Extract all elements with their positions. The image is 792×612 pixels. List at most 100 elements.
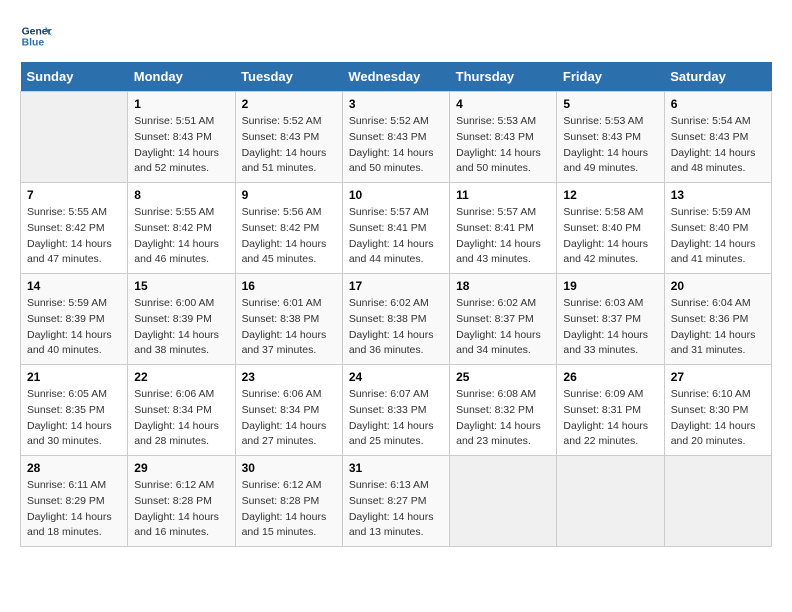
day-info: Sunrise: 6:05 AM Sunset: 8:35 PM Dayligh… [27, 387, 121, 450]
day-number: 11 [456, 188, 550, 202]
day-info: Sunrise: 6:09 AM Sunset: 8:31 PM Dayligh… [563, 387, 657, 450]
calendar-cell: 10 Sunrise: 5:57 AM Sunset: 8:41 PM Dayli… [342, 183, 449, 274]
calendar-week-row: 14 Sunrise: 5:59 AM Sunset: 8:39 PM Dayli… [21, 274, 772, 365]
day-number: 2 [242, 97, 336, 111]
calendar-cell: 13 Sunrise: 5:59 AM Sunset: 8:40 PM Dayli… [664, 183, 771, 274]
day-number: 10 [349, 188, 443, 202]
day-number: 20 [671, 279, 765, 293]
day-number: 9 [242, 188, 336, 202]
day-info: Sunrise: 5:57 AM Sunset: 8:41 PM Dayligh… [349, 205, 443, 268]
day-info: Sunrise: 6:02 AM Sunset: 8:38 PM Dayligh… [349, 296, 443, 359]
day-info: Sunrise: 5:58 AM Sunset: 8:40 PM Dayligh… [563, 205, 657, 268]
calendar-cell: 5 Sunrise: 5:53 AM Sunset: 8:43 PM Daylig… [557, 92, 664, 183]
calendar-week-row: 1 Sunrise: 5:51 AM Sunset: 8:43 PM Daylig… [21, 92, 772, 183]
day-info: Sunrise: 6:04 AM Sunset: 8:36 PM Dayligh… [671, 296, 765, 359]
day-number: 30 [242, 461, 336, 475]
day-number: 14 [27, 279, 121, 293]
day-info: Sunrise: 5:53 AM Sunset: 8:43 PM Dayligh… [456, 114, 550, 177]
day-info: Sunrise: 5:57 AM Sunset: 8:41 PM Dayligh… [456, 205, 550, 268]
day-number: 18 [456, 279, 550, 293]
calendar-cell: 22 Sunrise: 6:06 AM Sunset: 8:34 PM Dayli… [128, 365, 235, 456]
calendar-cell [557, 456, 664, 547]
calendar-cell: 3Sunrise: 5:52 AM Sunset: 8:43 PM Daylig… [342, 92, 449, 183]
calendar-week-row: 21 Sunrise: 6:05 AM Sunset: 8:35 PM Dayli… [21, 365, 772, 456]
day-info: Sunrise: 6:02 AM Sunset: 8:37 PM Dayligh… [456, 296, 550, 359]
calendar-cell: 26 Sunrise: 6:09 AM Sunset: 8:31 PM Dayli… [557, 365, 664, 456]
calendar-cell [21, 92, 128, 183]
day-info: Sunrise: 5:54 AM Sunset: 8:43 PM Dayligh… [671, 114, 765, 177]
calendar-cell: 16Sunrise: 6:01 AM Sunset: 8:38 PM Dayli… [235, 274, 342, 365]
calendar-cell: 19 Sunrise: 6:03 AM Sunset: 8:37 PM Dayli… [557, 274, 664, 365]
calendar-header-wednesday: Wednesday [342, 62, 449, 92]
page-header: General Blue [20, 20, 772, 52]
calendar-cell: 12 Sunrise: 5:58 AM Sunset: 8:40 PM Dayli… [557, 183, 664, 274]
day-info: Sunrise: 6:13 AM Sunset: 8:27 PM Dayligh… [349, 478, 443, 541]
day-number: 4 [456, 97, 550, 111]
day-number: 8 [134, 188, 228, 202]
calendar-cell: 24 Sunrise: 6:07 AM Sunset: 8:33 PM Dayli… [342, 365, 449, 456]
calendar-header-saturday: Saturday [664, 62, 771, 92]
calendar-cell: 20 Sunrise: 6:04 AM Sunset: 8:36 PM Dayli… [664, 274, 771, 365]
calendar-header-sunday: Sunday [21, 62, 128, 92]
calendar-cell: 9Sunrise: 5:56 AM Sunset: 8:42 PM Daylig… [235, 183, 342, 274]
calendar-cell: 25 Sunrise: 6:08 AM Sunset: 8:32 PM Dayli… [450, 365, 557, 456]
day-info: Sunrise: 6:12 AM Sunset: 8:28 PM Dayligh… [134, 478, 228, 541]
logo-icon: General Blue [20, 20, 52, 52]
calendar-cell: 31Sunrise: 6:13 AM Sunset: 8:27 PM Dayli… [342, 456, 449, 547]
day-number: 22 [134, 370, 228, 384]
day-number: 24 [349, 370, 443, 384]
day-info: Sunrise: 5:53 AM Sunset: 8:43 PM Dayligh… [563, 114, 657, 177]
calendar-cell [664, 456, 771, 547]
day-info: Sunrise: 6:01 AM Sunset: 8:38 PM Dayligh… [242, 296, 336, 359]
day-number: 17 [349, 279, 443, 293]
day-number: 21 [27, 370, 121, 384]
calendar-week-row: 7 Sunrise: 5:55 AM Sunset: 8:42 PM Daylig… [21, 183, 772, 274]
calendar-cell: 15 Sunrise: 6:00 AM Sunset: 8:39 PM Dayli… [128, 274, 235, 365]
calendar-week-row: 28Sunrise: 6:11 AM Sunset: 8:29 PM Dayli… [21, 456, 772, 547]
day-info: Sunrise: 5:55 AM Sunset: 8:42 PM Dayligh… [134, 205, 228, 268]
day-number: 1 [134, 97, 228, 111]
day-info: Sunrise: 6:06 AM Sunset: 8:34 PM Dayligh… [134, 387, 228, 450]
calendar-table: SundayMondayTuesdayWednesdayThursdayFrid… [20, 62, 772, 547]
day-number: 28 [27, 461, 121, 475]
day-number: 5 [563, 97, 657, 111]
svg-text:Blue: Blue [22, 38, 45, 49]
day-info: Sunrise: 6:06 AM Sunset: 8:34 PM Dayligh… [242, 387, 336, 450]
calendar-cell: 14 Sunrise: 5:59 AM Sunset: 8:39 PM Dayli… [21, 274, 128, 365]
day-number: 12 [563, 188, 657, 202]
calendar-cell: 1 Sunrise: 5:51 AM Sunset: 8:43 PM Daylig… [128, 92, 235, 183]
calendar-cell: 6 Sunrise: 5:54 AM Sunset: 8:43 PM Daylig… [664, 92, 771, 183]
calendar-cell: 7 Sunrise: 5:55 AM Sunset: 8:42 PM Daylig… [21, 183, 128, 274]
day-info: Sunrise: 5:59 AM Sunset: 8:40 PM Dayligh… [671, 205, 765, 268]
calendar-cell: 4 Sunrise: 5:53 AM Sunset: 8:43 PM Daylig… [450, 92, 557, 183]
day-number: 19 [563, 279, 657, 293]
calendar-cell: 21 Sunrise: 6:05 AM Sunset: 8:35 PM Dayli… [21, 365, 128, 456]
calendar-header-friday: Friday [557, 62, 664, 92]
day-info: Sunrise: 6:00 AM Sunset: 8:39 PM Dayligh… [134, 296, 228, 359]
calendar-header-monday: Monday [128, 62, 235, 92]
day-info: Sunrise: 6:10 AM Sunset: 8:30 PM Dayligh… [671, 387, 765, 450]
calendar-cell: 8 Sunrise: 5:55 AM Sunset: 8:42 PM Daylig… [128, 183, 235, 274]
day-info: Sunrise: 5:55 AM Sunset: 8:42 PM Dayligh… [27, 205, 121, 268]
day-info: Sunrise: 5:52 AM Sunset: 8:43 PM Dayligh… [242, 114, 336, 177]
day-info: Sunrise: 5:59 AM Sunset: 8:39 PM Dayligh… [27, 296, 121, 359]
calendar-cell: 27 Sunrise: 6:10 AM Sunset: 8:30 PM Dayli… [664, 365, 771, 456]
calendar-cell: 29Sunrise: 6:12 AM Sunset: 8:28 PM Dayli… [128, 456, 235, 547]
day-info: Sunrise: 6:03 AM Sunset: 8:37 PM Dayligh… [563, 296, 657, 359]
day-number: 3 [349, 97, 443, 111]
day-number: 13 [671, 188, 765, 202]
day-number: 15 [134, 279, 228, 293]
day-number: 7 [27, 188, 121, 202]
day-info: Sunrise: 6:12 AM Sunset: 8:28 PM Dayligh… [242, 478, 336, 541]
day-number: 26 [563, 370, 657, 384]
calendar-cell: 30 Sunrise: 6:12 AM Sunset: 8:28 PM Dayli… [235, 456, 342, 547]
day-info: Sunrise: 6:07 AM Sunset: 8:33 PM Dayligh… [349, 387, 443, 450]
day-number: 25 [456, 370, 550, 384]
day-number: 23 [242, 370, 336, 384]
calendar-header-tuesday: Tuesday [235, 62, 342, 92]
day-number: 6 [671, 97, 765, 111]
day-info: Sunrise: 5:51 AM Sunset: 8:43 PM Dayligh… [134, 114, 228, 177]
calendar-cell: 2 Sunrise: 5:52 AM Sunset: 8:43 PM Daylig… [235, 92, 342, 183]
day-info: Sunrise: 6:08 AM Sunset: 8:32 PM Dayligh… [456, 387, 550, 450]
day-number: 27 [671, 370, 765, 384]
